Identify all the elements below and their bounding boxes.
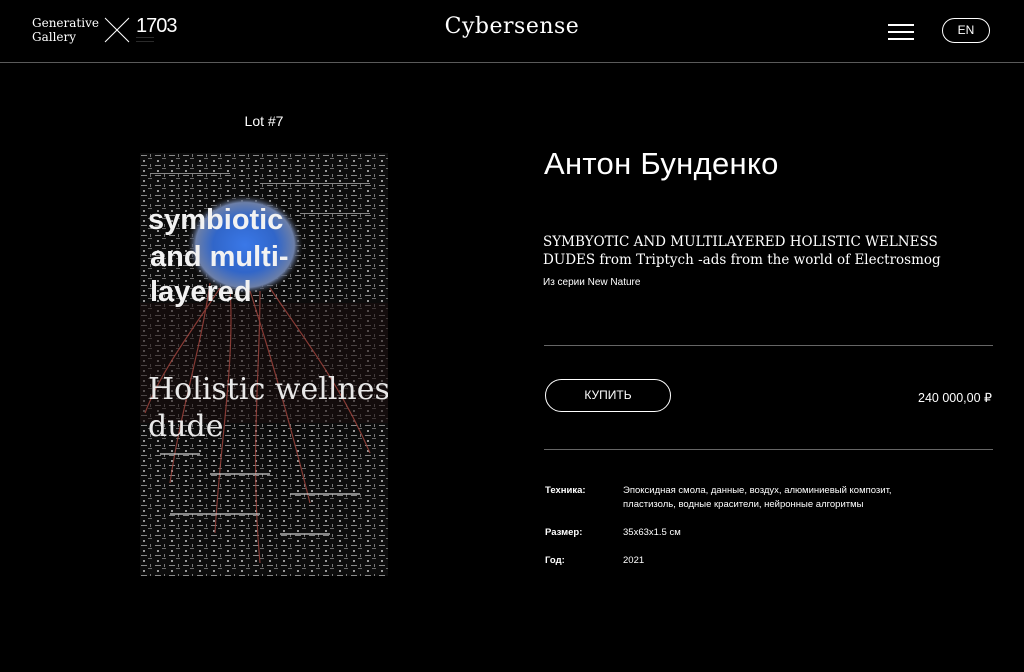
spec-value: 2021 (623, 555, 645, 566)
price: 240 000,00 ₽ (918, 391, 992, 405)
artwork-text-4: Holistic wellness (148, 372, 388, 407)
artist-name: Антон Бунденко (544, 146, 779, 181)
buy-button[interactable]: КУПИТЬ (545, 379, 671, 412)
divider (544, 449, 993, 450)
divider (544, 345, 993, 346)
logo-fineprint: —————— (136, 39, 154, 43)
lot-number: Lot #7 (244, 113, 284, 129)
site-title[interactable]: Cybersense (0, 14, 1024, 39)
series-name: Из серии New Nature (543, 277, 641, 288)
hamburger-menu-icon[interactable] (888, 22, 914, 40)
artwork-text-5: dude (148, 409, 223, 444)
spec-size: Размер: 35x63x1.5 см (545, 526, 933, 540)
site-header: Generative Gallery 1703 —————— —————— Cy… (0, 0, 1024, 63)
spec-label: Техника: (545, 485, 586, 496)
spec-value: 35x63x1.5 см (623, 527, 681, 538)
artwork-graphic: symbiotic and multi- layered Holistic we… (140, 153, 388, 576)
spec-label: Размер: (545, 527, 583, 538)
artwork-image[interactable]: symbiotic and multi- layered Holistic we… (140, 153, 388, 576)
artwork-title: SYMBYOTIC AND MULTILAYERED HOLISTIC WELN… (543, 234, 941, 268)
artwork-text-1: symbiotic (148, 204, 283, 236)
artwork-text-3: layered (150, 276, 252, 308)
spec-technique: Техника: Эпоксидная смола, данные, возду… (545, 484, 933, 512)
artwork-text-2: and multi- (150, 241, 289, 273)
language-button[interactable]: EN (942, 18, 990, 43)
spec-value: Эпоксидная смола, данные, воздух, алюмин… (623, 485, 892, 510)
spec-year: Год: 2021 (545, 554, 933, 568)
spec-label: Год: (545, 555, 565, 566)
